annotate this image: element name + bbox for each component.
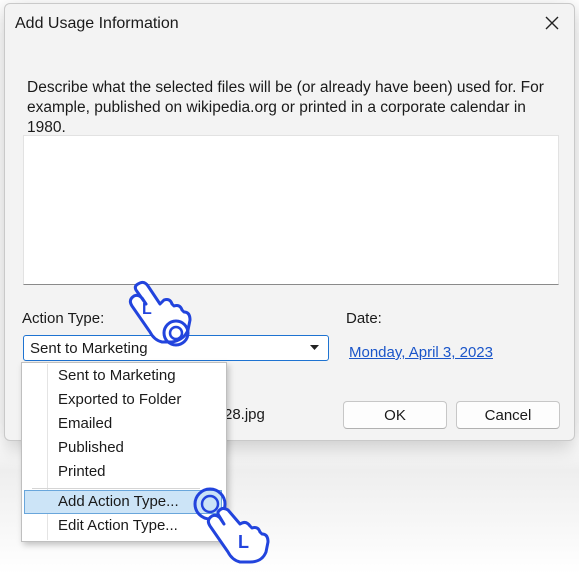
close-button[interactable] bbox=[537, 8, 567, 38]
action-type-label: Action Type: bbox=[22, 310, 105, 327]
dropdown-item-printed[interactable]: Printed bbox=[24, 460, 222, 484]
ok-button[interactable]: OK bbox=[343, 401, 447, 429]
dropdown-item-label: Exported to Folder bbox=[58, 391, 182, 408]
dropdown-separator bbox=[32, 488, 200, 489]
hand-letter: L bbox=[238, 532, 249, 552]
dropdown-item-label: Edit Action Type... bbox=[58, 517, 178, 534]
pointing-hand-icon: L bbox=[193, 487, 270, 564]
file-name-fragment: 28.jpg bbox=[224, 406, 265, 423]
hand-letter: L bbox=[142, 301, 152, 318]
dropdown-item-label: Sent to Marketing bbox=[58, 367, 176, 384]
dropdown-item-label: Printed bbox=[58, 463, 106, 480]
dropdown-item-label: Add Action Type... bbox=[58, 493, 179, 510]
date-link[interactable]: Monday, April 3, 2023 bbox=[349, 344, 493, 361]
dropdown-item-emailed[interactable]: Emailed bbox=[24, 412, 222, 436]
dropdown-item-published[interactable]: Published bbox=[24, 436, 222, 460]
date-label: Date: bbox=[346, 310, 382, 327]
cancel-button[interactable]: Cancel bbox=[456, 401, 560, 429]
dropdown-item-label: Published bbox=[58, 439, 124, 456]
chevron-down-icon bbox=[310, 345, 319, 350]
usage-description-textarea[interactable] bbox=[23, 135, 559, 285]
dropdown-item-label: Emailed bbox=[58, 415, 113, 432]
dropdown-item-sent-to-marketing[interactable]: Sent to Marketing bbox=[24, 364, 222, 388]
dialog-description: Describe what the selected files will be… bbox=[27, 79, 544, 136]
pointing-hand-icon: L bbox=[128, 280, 192, 347]
dropdown-item-exported-to-folder[interactable]: Exported to Folder bbox=[24, 388, 222, 412]
close-icon bbox=[545, 16, 559, 30]
dialog-title: Add Usage Information bbox=[15, 15, 179, 32]
